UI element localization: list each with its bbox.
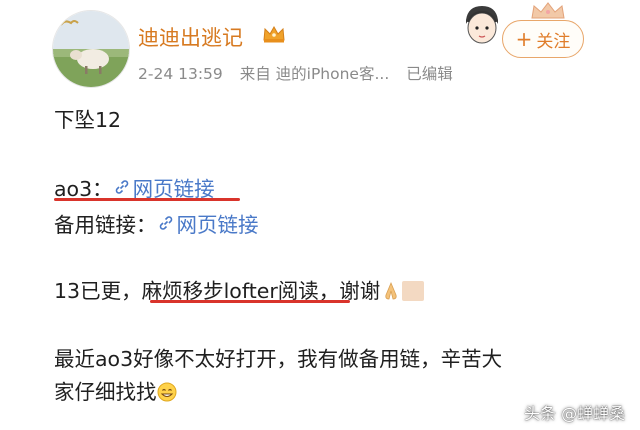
- crown-icon: [263, 25, 285, 43]
- link-icon: [115, 180, 128, 194]
- post-line-1: 下坠12: [54, 108, 122, 132]
- post-time[interactable]: 2-24 13:59: [138, 65, 223, 83]
- red-underline-1: [54, 198, 240, 201]
- follow-button[interactable]: + 关注: [502, 20, 584, 58]
- edited-label[interactable]: 已编辑: [406, 65, 453, 83]
- smile-emoji-icon: [157, 382, 176, 402]
- update-part-a: 13已更，: [54, 279, 142, 303]
- sheep-avatar-icon: [53, 11, 129, 87]
- web-link-backup[interactable]: 网页链接: [157, 208, 259, 238]
- weibo-post: 迪迪出逃记 2-24 13:59 来自 迪的iPhone客... 已编辑 + 关…: [0, 0, 640, 430]
- post-meta: 2-24 13:59 来自 迪的iPhone客... 已编辑: [138, 62, 465, 84]
- avatar[interactable]: [52, 10, 130, 88]
- post-line-last-1: 最近ao3好像不太好打开，我有做备用链，辛苦大: [54, 347, 503, 371]
- cartoon-face-icon: [466, 6, 498, 44]
- red-underline-2: [150, 300, 350, 303]
- link-label: 网页链接: [176, 213, 259, 237]
- post-line-backup: 备用链接： 网页链接: [54, 208, 259, 238]
- watermark: 头条 @蝉蝉桑: [524, 404, 626, 423]
- last-line-text: 家仔细找找: [54, 380, 157, 404]
- decor-crown-icon: [531, 2, 565, 19]
- pray-emoji-icon: [385, 281, 397, 300]
- post-source[interactable]: 来自 迪的iPhone客...: [240, 65, 390, 83]
- username[interactable]: 迪迪出逃记: [138, 22, 243, 52]
- follow-label: 关注: [536, 31, 571, 52]
- link-icon: [159, 216, 172, 230]
- plus-icon: +: [515, 27, 533, 51]
- post-line-last-2: 家仔细找找: [54, 375, 177, 405]
- skin-tone-emoji-icon: [402, 281, 425, 301]
- backup-prefix: 备用链接：: [54, 213, 157, 237]
